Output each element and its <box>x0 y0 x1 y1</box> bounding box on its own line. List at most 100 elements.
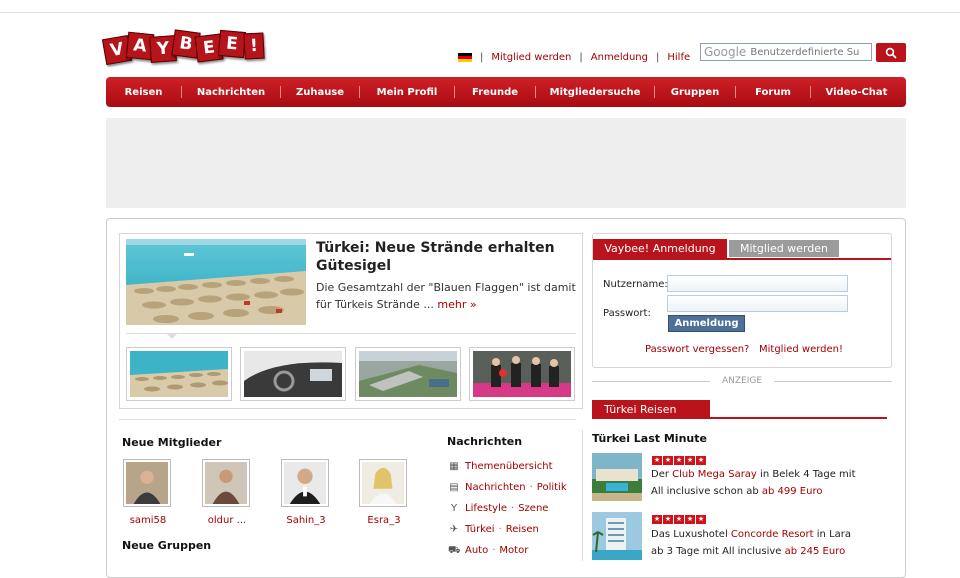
vaybee-logo[interactable]: V A Y B E E ! <box>101 27 272 67</box>
column-divider <box>582 430 583 561</box>
forgot-password-link[interactable]: Passwort vergessen? <box>645 344 749 355</box>
username-label: Nutzername: <box>603 279 668 290</box>
link-mitglied-werden[interactable]: Mitglied werden <box>491 52 571 63</box>
login-button[interactable]: Anmeldung <box>668 315 745 332</box>
tab-mitglied-werden[interactable]: Mitglied werden <box>729 240 839 257</box>
username-field[interactable] <box>667 275 848 292</box>
login-tab-underline <box>593 258 891 260</box>
feature-thumb-people[interactable] <box>469 347 575 401</box>
logo-letter: ! <box>243 32 265 60</box>
star-icon: ★ <box>674 515 684 524</box>
hotel-image-mega-saray[interactable] <box>592 453 642 501</box>
feature-text: Die Gesamtzahl der "Blauen Flaggen" ist … <box>316 279 576 313</box>
link-hilfe[interactable]: Hilfe <box>667 52 690 63</box>
section-divider <box>119 419 576 420</box>
nav-zuhause[interactable]: Zuhause <box>281 87 359 98</box>
register-link[interactable]: Mitglied werden! <box>759 344 843 355</box>
new-members-heading: Neue Mitglieder <box>122 436 222 449</box>
ad-banner <box>106 118 906 208</box>
star-icon: ★ <box>652 456 662 465</box>
news-item[interactable]: Y Lifestyle · Szene <box>448 498 567 519</box>
member-name[interactable]: oldur ... <box>202 515 252 526</box>
nav-mein-profil[interactable]: Mein Profil <box>360 87 454 98</box>
hotel-stars-2: ★ ★ ★ ★ ★ <box>652 515 706 524</box>
news-link-lifestyle[interactable]: Lifestyle <box>465 503 507 514</box>
hotel-price-2[interactable]: ab 245 Euro <box>785 546 846 557</box>
news-item[interactable]: ▦ Themenübersicht <box>448 456 567 477</box>
feature-thumb-beach[interactable] <box>126 347 232 401</box>
hotel-offer-2: Das Luxushotel Concorde Resort in Lara a… <box>651 529 852 557</box>
news-item[interactable]: ✈ Türkei · Reisen <box>448 519 567 540</box>
news-link-auto[interactable]: Auto <box>465 545 488 556</box>
google-label: Google <box>704 45 747 59</box>
feature-divider <box>126 333 576 334</box>
news-link-tuerkei[interactable]: Türkei <box>465 524 495 535</box>
member-name[interactable]: Esra_3 <box>359 515 409 526</box>
nav-forum[interactable]: Forum <box>736 87 810 98</box>
cocktail-icon: Y <box>450 502 458 514</box>
newspaper-icon: ▤ <box>449 481 459 493</box>
anzeige-line-right <box>774 381 892 382</box>
member-name[interactable]: sami58 <box>123 515 173 526</box>
feature-pointer <box>166 333 178 339</box>
feature-thumb-aerial[interactable] <box>355 347 461 401</box>
member-avatar[interactable] <box>281 459 329 507</box>
password-label: Passwort: <box>603 308 651 319</box>
star-icon: ★ <box>685 456 695 465</box>
member-name[interactable]: Sahin_3 <box>281 515 331 526</box>
member-avatar[interactable] <box>123 459 171 507</box>
news-link-reisen[interactable]: Reisen <box>506 524 539 535</box>
news-link-szene[interactable]: Szene <box>518 503 548 514</box>
feature-title[interactable]: Türkei: Neue Strände erhalten Gütesigel <box>316 239 576 275</box>
airplane-icon: ✈ <box>449 523 459 535</box>
hotel-price-1[interactable]: ab 499 Euro <box>762 486 823 497</box>
nav-nachrichten[interactable]: Nachrichten <box>182 87 280 98</box>
news-category-list: ▦ Themenübersicht ▤ Nachrichten · Politik … <box>448 456 567 561</box>
news-item[interactable]: ▤ Nachrichten · Politik <box>448 477 567 498</box>
search-box: Google <box>700 43 872 61</box>
hotel-offer-1: Der Club Mega Saray in Belek 4 Tage mit … <box>651 469 856 497</box>
member-card[interactable]: Esra_3 <box>359 459 409 526</box>
star-icon: ★ <box>685 515 695 524</box>
password-field[interactable] <box>667 295 848 312</box>
news-link-nachrichten[interactable]: Nachrichten <box>465 482 526 493</box>
star-icon: ★ <box>652 515 662 524</box>
news-heading: Nachrichten <box>447 435 523 448</box>
german-flag-icon[interactable] <box>458 52 472 62</box>
star-icon: ★ <box>696 456 706 465</box>
nav-mitgliedersuche[interactable]: Mitgliedersuche <box>536 87 654 98</box>
nav-video-chat[interactable]: Video-Chat <box>811 87 902 98</box>
main-nav: Reisen Nachrichten Zuhause Mein Profil F… <box>106 77 906 107</box>
feature-more-link[interactable]: mehr » <box>437 298 476 311</box>
top-links: | Mitglied werden | Anmeldung | Hilfe <box>458 50 690 64</box>
search-input[interactable] <box>750 46 871 58</box>
nav-reisen[interactable]: Reisen <box>106 87 181 98</box>
new-groups-heading: Neue Gruppen <box>122 539 212 552</box>
nav-gruppen[interactable]: Gruppen <box>655 87 735 98</box>
member-card[interactable]: oldur ... <box>202 459 252 526</box>
news-link-politik[interactable]: Politik <box>537 482 567 493</box>
logo-letter: E <box>217 29 247 59</box>
member-avatar[interactable] <box>202 459 250 507</box>
feature-image[interactable] <box>126 239 306 325</box>
link-anmeldung[interactable]: Anmeldung <box>591 52 648 63</box>
hotel-link-mega-saray[interactable]: Club Mega Saray <box>672 469 757 480</box>
news-item[interactable]: ⛟ Auto · Motor <box>448 540 567 561</box>
tab-vaybee-anmeldung[interactable]: Vaybee! Anmeldung <box>593 239 727 258</box>
car-icon: ⛟ <box>448 544 461 556</box>
member-avatar[interactable] <box>359 459 407 507</box>
member-card[interactable]: sami58 <box>123 459 173 526</box>
hotel-link-concorde[interactable]: Concorde Resort <box>731 529 814 540</box>
hotel-image-concorde[interactable] <box>592 512 642 560</box>
feature-thumb-car[interactable] <box>240 347 346 401</box>
star-icon: ★ <box>663 515 673 524</box>
news-link-motor[interactable]: Motor <box>499 545 528 556</box>
grid-icon: ▦ <box>449 460 459 472</box>
nav-freunde[interactable]: Freunde <box>455 87 535 98</box>
news-link-themen[interactable]: Themenübersicht <box>465 461 553 472</box>
member-card[interactable]: Sahin_3 <box>281 459 331 526</box>
reisen-tab-underline <box>592 417 887 419</box>
star-icon: ★ <box>663 456 673 465</box>
star-icon: ★ <box>696 515 706 524</box>
search-button[interactable] <box>876 43 906 62</box>
